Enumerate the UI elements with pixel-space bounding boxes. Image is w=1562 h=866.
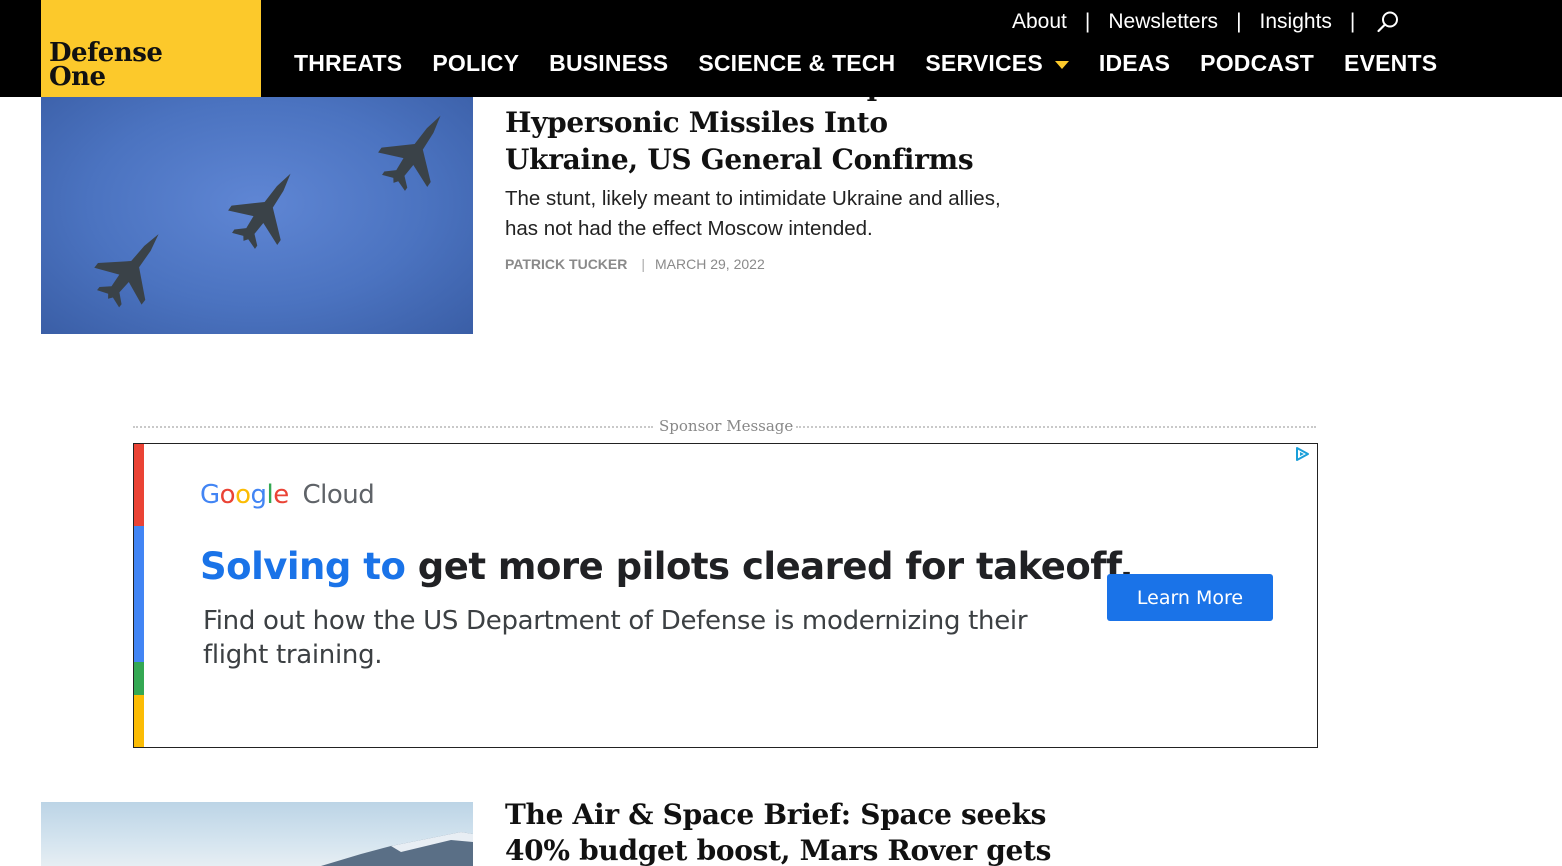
google-cloud-logo: Google Cloud [200, 480, 375, 510]
sponsor-label-row: Sponsor Message [133, 416, 1316, 438]
nav-events[interactable]: EVENTS [1344, 50, 1437, 77]
author-link[interactable]: PATRICK TUCKER [505, 256, 627, 272]
google-color-stripe [134, 444, 144, 747]
nav-ideas[interactable]: IDEAS [1099, 50, 1170, 77]
sponsor-label: Sponsor Message [659, 417, 794, 435]
article-headline[interactable]: Hypersonic Missiles Into Ukraine, US Gen… [505, 105, 1025, 178]
site-logo[interactable]: Defense One [41, 0, 261, 97]
article-date: MARCH 29, 2022 [655, 256, 765, 272]
learn-more-button[interactable]: Learn More [1107, 574, 1273, 621]
util-separator: | [1084, 10, 1091, 33]
nav-business[interactable]: BUSINESS [549, 50, 668, 77]
ad-headline: Solving to get more pilots cleared for t… [200, 545, 1133, 588]
nav-science-tech[interactable]: SCIENCE & TECH [698, 50, 895, 77]
article-thumbnail-jets[interactable] [41, 97, 473, 334]
article-byline: PATRICK TUCKER | MARCH 29, 2022 [505, 256, 765, 272]
ad-body: Find out how the US Department of Defens… [203, 606, 1028, 670]
util-separator: | [1349, 10, 1356, 33]
insights-link[interactable]: Insights [1260, 10, 1332, 34]
main-nav: THREATS POLICY BUSINESS SCIENCE & TECH S… [294, 50, 1467, 77]
nav-threats[interactable]: THREATS [294, 50, 402, 77]
caret-down-icon [1054, 60, 1069, 69]
google-wordmark: Google [200, 480, 289, 510]
article-thumbnail-mountains[interactable] [41, 802, 473, 866]
util-separator: | [1236, 10, 1242, 33]
search-icon[interactable] [1375, 9, 1401, 35]
byline-separator: | [641, 256, 646, 272]
logo-line2: One [49, 62, 106, 92]
newsletters-link[interactable]: Newsletters [1108, 10, 1218, 34]
adchoices-icon[interactable] [1293, 446, 1311, 462]
divider [133, 426, 653, 428]
sponsor-ad[interactable]: Google Cloud Solving to get more pilots … [133, 443, 1318, 748]
nav-services[interactable]: SERVICES [925, 50, 1069, 77]
divider [796, 426, 1316, 428]
article-dek: The stunt, likely meant to intimidate Uk… [505, 187, 1001, 240]
google-cloud-suffix: Cloud [302, 480, 375, 510]
about-link[interactable]: About [1012, 10, 1067, 34]
nav-podcast[interactable]: PODCAST [1200, 50, 1314, 77]
nav-policy[interactable]: POLICY [432, 50, 519, 77]
nav-services-label: SERVICES [925, 50, 1043, 76]
ad-headline-rest: get more pilots cleared for takeoff. [405, 545, 1134, 588]
site-header: Defense One About | Newsletters | Insigh… [0, 0, 1562, 97]
ad-headline-highlight: Solving to [200, 545, 406, 588]
utility-nav: About | Newsletters | Insights | [1012, 8, 1401, 36]
article-headline[interactable]: The Air & Space Brief: Space seeks 40% b… [505, 797, 1065, 866]
